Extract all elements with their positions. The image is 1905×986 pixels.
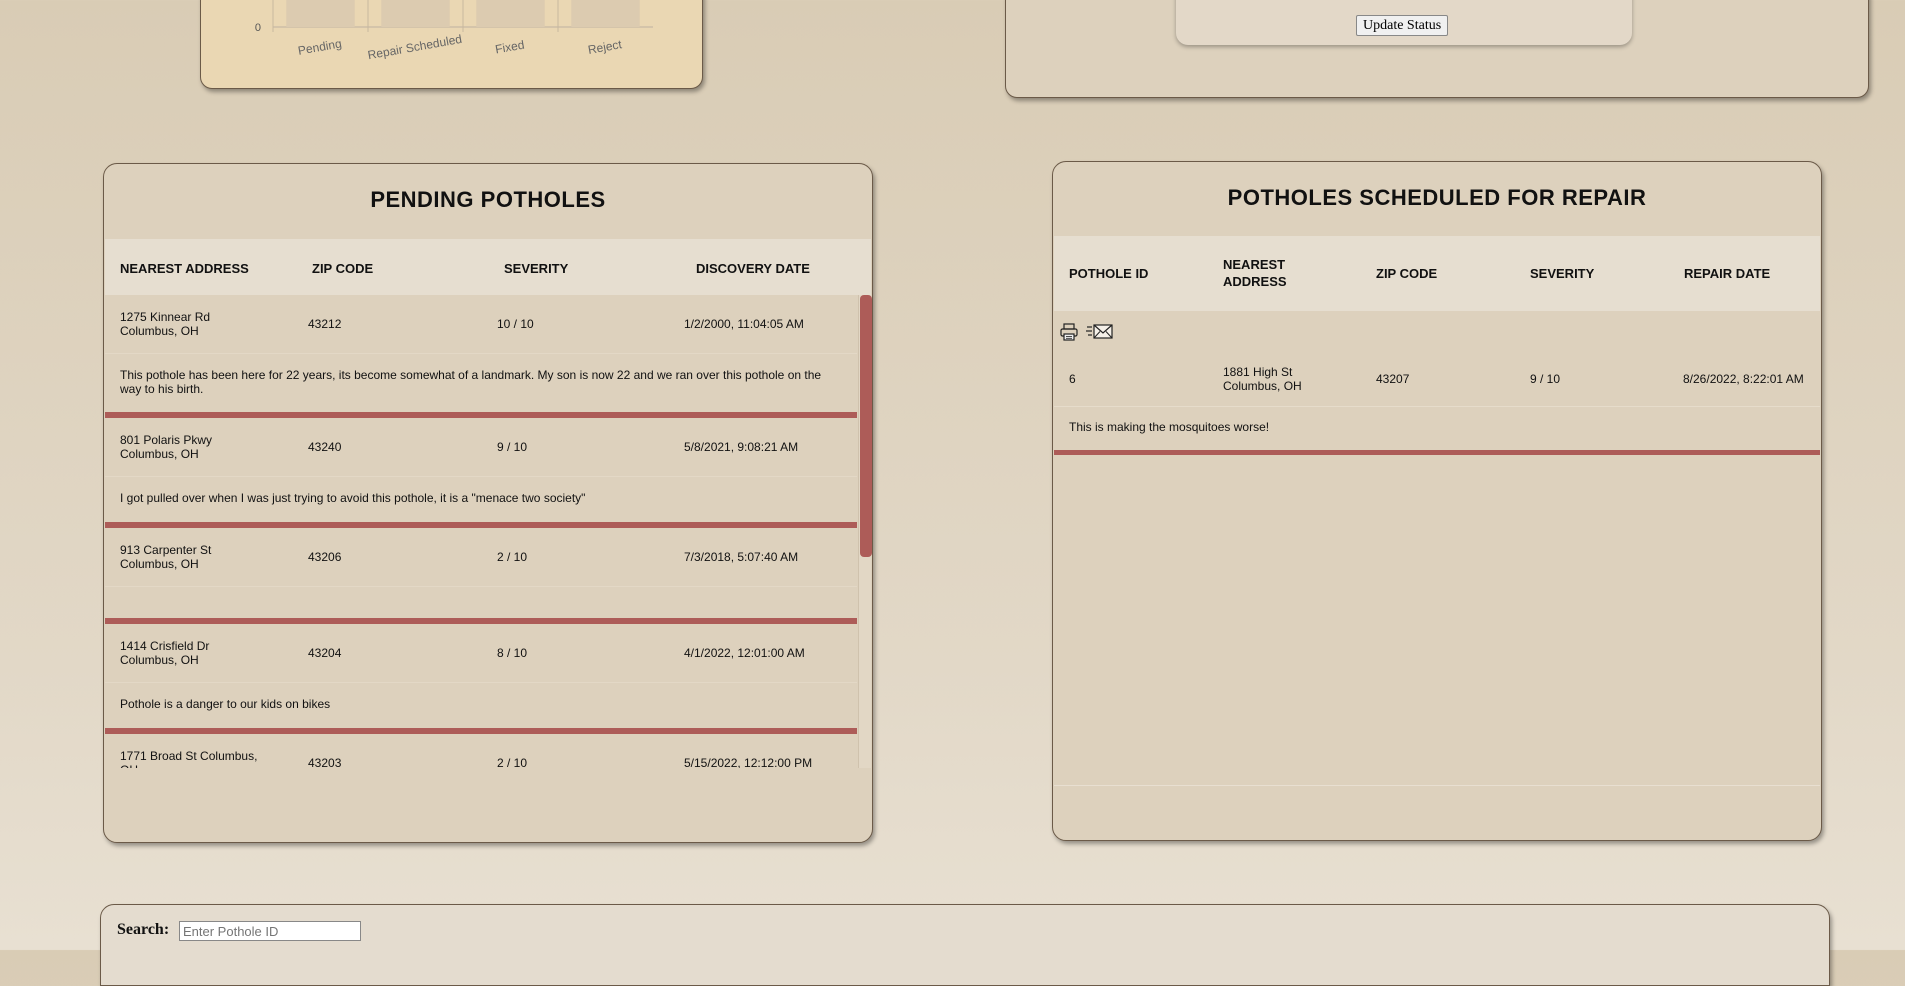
scrollbar-thumb[interactable] bbox=[860, 295, 872, 557]
address-line1: 913 Carpenter St bbox=[120, 543, 212, 557]
column-header-severity: SEVERITY bbox=[504, 261, 569, 276]
table-row[interactable]: 1275 Kinnear Rd Columbus, OH 43212 10 / … bbox=[105, 295, 857, 354]
pothole-id-cell: 6 bbox=[1069, 372, 1076, 386]
address-line1: 1881 High St bbox=[1223, 365, 1293, 379]
row-comment: This pothole has been here for 22 years,… bbox=[105, 354, 857, 418]
table-bottom-divider bbox=[1054, 785, 1820, 786]
x-tick-label: Repair Scheduled bbox=[367, 32, 463, 62]
chart-bar bbox=[381, 0, 450, 27]
table-row[interactable]: 913 Carpenter St Columbus, OH 43206 2 / … bbox=[105, 528, 857, 587]
x-tick-label: Pending bbox=[297, 36, 343, 57]
table-row[interactable]: 6 1881 High St Columbus, OH 43207 9 / 10… bbox=[1054, 350, 1820, 407]
severity-cell: 9 / 10 bbox=[497, 440, 528, 454]
column-header-severity: SEVERITY bbox=[1530, 266, 1595, 281]
column-header-zip: ZIP CODE bbox=[1376, 266, 1438, 281]
address-line1: 1771 Broad St Columbus, bbox=[120, 749, 258, 763]
zip-cell: 43207 bbox=[1376, 372, 1410, 386]
pending-table-body[interactable]: 1275 Kinnear Rd Columbus, OH 43212 10 / … bbox=[105, 295, 857, 768]
search-panel: Search: bbox=[100, 904, 1830, 986]
panel-title: PENDING POTHOLES bbox=[370, 187, 606, 212]
zip-cell: 43204 bbox=[308, 646, 342, 660]
column-header-zip: ZIP CODE bbox=[312, 261, 374, 276]
update-status-form: Update Status bbox=[1176, 0, 1632, 45]
address-line1: 1275 Kinnear Rd bbox=[120, 310, 211, 324]
scheduled-potholes-panel: POTHOLES SCHEDULED FOR REPAIR POTHOLE ID… bbox=[1052, 161, 1822, 841]
x-tick-label: Reject bbox=[587, 37, 624, 57]
address-line2: Columbus, OH bbox=[120, 447, 199, 461]
zip-cell: 43206 bbox=[308, 550, 342, 564]
zip-cell: 43212 bbox=[308, 317, 342, 331]
printer-icon[interactable] bbox=[1059, 322, 1079, 347]
address-line2: OH bbox=[120, 763, 138, 768]
chart-bar bbox=[476, 0, 545, 27]
status-bar-chart: 0 Pending Repair Scheduled Fixed Reject bbox=[255, 0, 653, 62]
table-header: NEAREST ADDRESS ZIP CODE SEVERITY DISCOV… bbox=[105, 239, 871, 295]
address-line2: Columbus, OH bbox=[120, 653, 199, 667]
address-line1: 1414 Crisfield Dr bbox=[120, 639, 210, 653]
column-header-pothole-id: POTHOLE ID bbox=[1069, 266, 1149, 281]
search-label: Search: bbox=[117, 921, 170, 938]
update-status-button[interactable]: Update Status bbox=[1356, 15, 1449, 36]
row-divider bbox=[1054, 450, 1820, 455]
address-line2: Columbus, OH bbox=[1223, 379, 1302, 393]
date-cell: 7/3/2018, 5:07:40 AM bbox=[684, 550, 799, 564]
zip-cell: 43240 bbox=[308, 440, 342, 454]
severity-cell: 9 / 10 bbox=[1530, 372, 1561, 386]
row-comment: I got pulled over when I was just trying… bbox=[105, 477, 857, 528]
row-comment: This is making the mosquitoes worse! bbox=[1069, 420, 1270, 434]
column-header-address: NEAREST ADDRESS bbox=[120, 261, 249, 276]
x-tick-label: Fixed bbox=[494, 38, 525, 57]
chart-bar bbox=[571, 0, 640, 27]
chart-bar bbox=[286, 0, 355, 27]
severity-cell: 8 / 10 bbox=[497, 646, 528, 660]
address-line1: 801 Polaris Pkwy bbox=[120, 433, 213, 447]
email-icon[interactable] bbox=[1086, 322, 1114, 347]
table-row[interactable]: 801 Polaris Pkwy Columbus, OH 43240 9 / … bbox=[105, 418, 857, 477]
zip-cell: 43203 bbox=[308, 756, 342, 768]
column-header-address-line1: NEAREST bbox=[1223, 257, 1286, 272]
table-row[interactable]: 1771 Broad St Columbus, OH 43203 2 / 10 … bbox=[105, 734, 857, 768]
column-header-address-line2: ADDRESS bbox=[1223, 274, 1287, 289]
date-cell: 1/2/2000, 11:04:05 AM bbox=[684, 317, 804, 331]
status-chart-panel: 0 Pending Repair Scheduled Fixed Reject bbox=[200, 0, 703, 89]
date-cell: 5/8/2021, 9:08:21 AM bbox=[684, 440, 799, 454]
pending-potholes-panel: PENDING POTHOLES NEAREST ADDRESS ZIP COD… bbox=[103, 163, 873, 843]
scrollbar[interactable] bbox=[858, 295, 872, 768]
date-cell: 4/1/2022, 12:01:00 AM bbox=[684, 646, 805, 660]
row-comment: Pothole is a danger to our kids on bikes bbox=[105, 683, 857, 734]
column-header-discovery-date: DISCOVERY DATE bbox=[696, 261, 810, 276]
table-row[interactable]: 1414 Crisfield Dr Columbus, OH 43204 8 /… bbox=[105, 624, 857, 683]
table-header: POTHOLE ID NEAREST ADDRESS ZIP CODE SEVE… bbox=[1054, 236, 1820, 311]
address-line2: Columbus, OH bbox=[120, 557, 199, 571]
update-status-panel: Update Status bbox=[1005, 0, 1869, 98]
address-line2: Columbus, OH bbox=[120, 324, 199, 338]
row-comment bbox=[105, 587, 857, 624]
date-cell: 5/15/2022, 12:12:00 PM bbox=[684, 756, 813, 768]
severity-cell: 2 / 10 bbox=[497, 550, 528, 564]
search-input[interactable] bbox=[179, 921, 361, 941]
repair-date-cell: 8/26/2022, 8:22:01 AM bbox=[1683, 372, 1804, 386]
severity-cell: 2 / 10 bbox=[497, 756, 528, 768]
y-tick-label: 0 bbox=[255, 22, 261, 34]
severity-cell: 10 / 10 bbox=[497, 317, 534, 331]
panel-title: POTHOLES SCHEDULED FOR REPAIR bbox=[1227, 185, 1647, 210]
column-header-repair-date: REPAIR DATE bbox=[1684, 266, 1771, 281]
